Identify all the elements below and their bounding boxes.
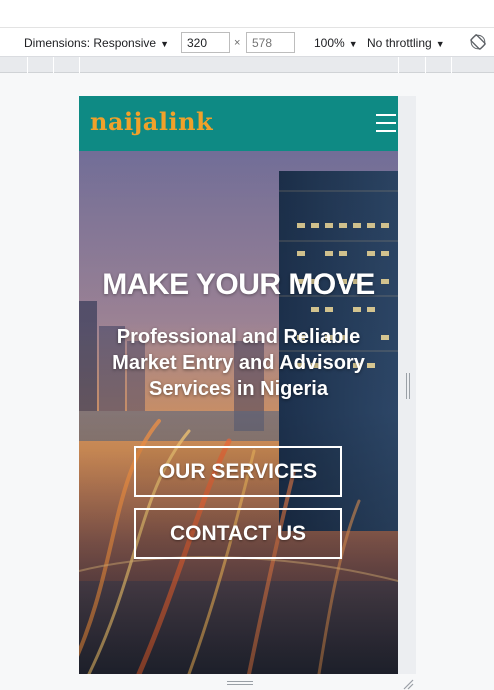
- hamburger-menu-icon[interactable]: [376, 114, 396, 134]
- device-viewport: naijalink MAKE YOUR MOVE Professional an…: [79, 96, 398, 674]
- our-services-button[interactable]: OUR SERVICES: [134, 446, 342, 497]
- media-query-ruler: [0, 57, 494, 73]
- dimensions-label: Dimensions: Responsive: [24, 36, 157, 50]
- rotate-icon[interactable]: [470, 34, 486, 50]
- hero-section: MAKE YOUR MOVE Professional and Reliable…: [79, 151, 398, 674]
- resize-handle-bottom[interactable]: [227, 681, 253, 685]
- device-toolbar: Dimensions: Responsive▼ × 100%▼ No throt…: [0, 28, 494, 57]
- site-navbar: naijalink: [79, 96, 398, 151]
- resize-handle-right[interactable]: [406, 373, 410, 399]
- height-input[interactable]: [246, 32, 295, 53]
- contact-us-button[interactable]: CONTACT US: [134, 508, 342, 559]
- hero-headline: MAKE YOUR MOVE: [102, 268, 375, 301]
- chevron-down-icon: ▼: [348, 39, 358, 49]
- chevron-down-icon: ▼: [160, 39, 169, 49]
- resize-corner-icon[interactable]: [402, 678, 414, 690]
- width-input[interactable]: [181, 32, 230, 53]
- throttling-dropdown[interactable]: No throttling ▼: [367, 36, 445, 50]
- devtools-top-strip: [0, 0, 494, 28]
- hero-subheadline: Professional and Reliable Market Entry a…: [112, 326, 365, 400]
- site-logo[interactable]: naijalink: [90, 107, 213, 136]
- zoom-dropdown[interactable]: 100% ▼: [314, 36, 358, 50]
- zoom-label: 100%: [314, 36, 345, 50]
- hero-background-image: [79, 151, 398, 674]
- chevron-down-icon: ▼: [435, 39, 445, 49]
- times-symbol: ×: [234, 37, 241, 49]
- dimensions-dropdown[interactable]: Dimensions: Responsive ▼: [24, 36, 169, 50]
- throttle-label: No throttling: [367, 36, 432, 50]
